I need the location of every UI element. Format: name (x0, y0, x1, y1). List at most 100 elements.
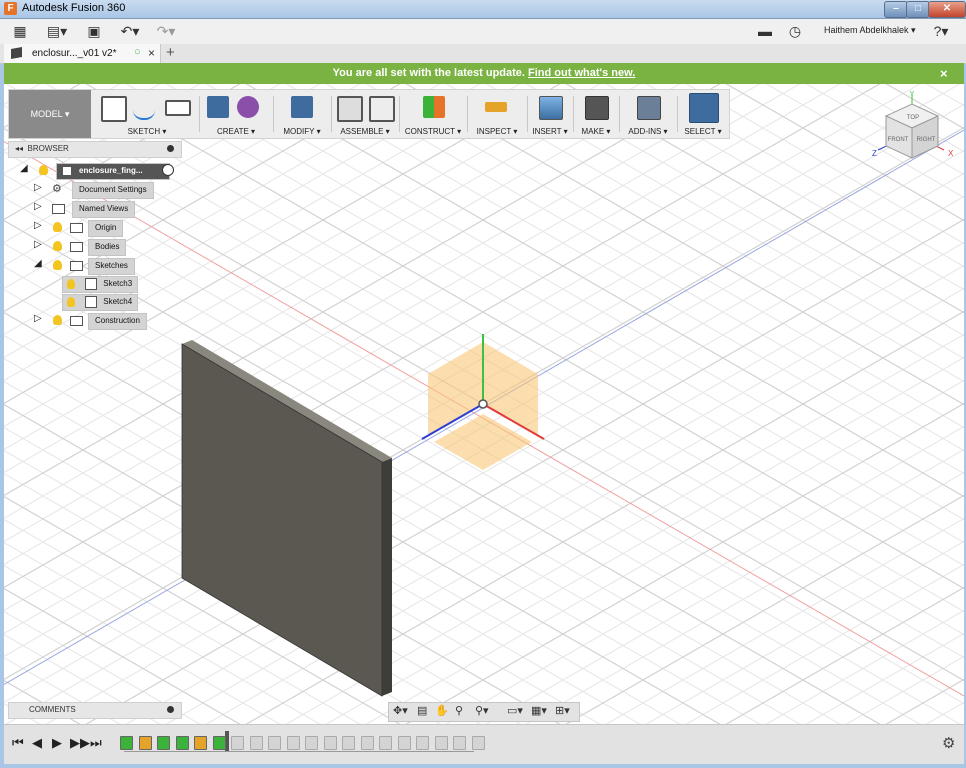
timeline-feature-icon[interactable] (231, 736, 244, 750)
timeline-feature-icon[interactable] (157, 736, 170, 750)
timeline-feature-icon[interactable] (360, 736, 374, 750)
add-ins-menu-label[interactable]: ADD-INS ▾ (621, 127, 675, 136)
timeline-feature-icon[interactable] (138, 736, 152, 750)
banner-close-button[interactable]: × (940, 66, 948, 81)
scripts-addins-icon[interactable] (637, 96, 661, 120)
timeline-next-icon[interactable]: ▶▶ (70, 735, 90, 751)
view-cube[interactable]: TOP FRONT RIGHT Y X Z (864, 88, 964, 168)
timeline-feature-icon[interactable] (471, 736, 485, 750)
offset-plane-icon[interactable] (423, 96, 445, 118)
job-status-icon[interactable]: ▬ (757, 23, 773, 39)
document-tab[interactable]: enclosur..._v01 v2* ○ × (4, 44, 161, 63)
view-cube-right[interactable]: RIGHT (917, 137, 936, 143)
visibility-bulb-icon[interactable] (67, 278, 75, 289)
insert-image-icon[interactable] (539, 96, 563, 120)
modify-group[interactable]: MODIFY ▾ (275, 90, 329, 138)
joint-icon[interactable] (369, 96, 395, 122)
origin-point[interactable] (478, 399, 488, 409)
collapse-triangle-icon[interactable]: ◢ (20, 163, 28, 174)
browser-item-document-settings[interactable]: ▷ ⚙ Document Settings (34, 182, 180, 199)
assemble-group[interactable]: ASSEMBLE ▾ (333, 90, 397, 138)
extrude-icon[interactable] (207, 96, 229, 118)
timeline-feature-icon[interactable] (120, 736, 133, 750)
expand-triangle-icon[interactable]: ▷ (34, 182, 42, 193)
new-tab-button[interactable]: + (166, 44, 175, 61)
user-account-menu[interactable]: Haithem Abdelkhalek ▾ (824, 25, 916, 36)
maximize-button[interactable]: □ (906, 1, 930, 18)
line-tool-icon[interactable] (133, 96, 155, 120)
visibility-bulb-icon[interactable] (53, 260, 62, 270)
modify-menu-label[interactable]: MODIFY ▾ (275, 127, 329, 136)
canvas-viewport[interactable]: TOP FRONT RIGHT Y X Z (4, 84, 964, 724)
undo-icon[interactable]: ↶▾ (116, 23, 144, 39)
workspace-mode-button[interactable]: MODEL ▾ (9, 90, 91, 138)
create-sketch-icon[interactable] (101, 96, 127, 122)
new-component-icon[interactable] (337, 96, 363, 122)
save-icon[interactable]: ▣ (86, 23, 102, 39)
timeline-play-icon[interactable]: ▶ (52, 735, 62, 751)
timeline-feature-icon[interactable] (323, 736, 337, 750)
insert-group[interactable]: INSERT ▾ (529, 90, 571, 138)
construct-menu-label[interactable]: CONSTRUCT ▾ (401, 127, 465, 136)
browser-item-origin[interactable]: ▷ Origin (34, 220, 180, 237)
comments-panel-header[interactable]: COMMENTS (8, 702, 182, 719)
timeline-feature-icon[interactable] (212, 736, 226, 750)
browser-item-sketch4[interactable]: Sketch4 (62, 294, 180, 311)
expand-triangle-icon[interactable]: ▷ (34, 220, 42, 231)
activate-component-icon[interactable] (162, 164, 174, 176)
browser-pin-icon[interactable] (167, 145, 174, 152)
expand-triangle-icon[interactable]: ▷ (34, 239, 42, 250)
viewports-icon[interactable]: ⊞▾ (555, 704, 570, 717)
timeline-feature-icon[interactable] (453, 736, 466, 750)
timeline-feature-icon[interactable] (286, 736, 300, 750)
timeline-feature-icon[interactable] (416, 736, 429, 750)
collapse-triangle-icon[interactable]: ◢ (34, 258, 42, 269)
browser-panel-header[interactable]: ◂◂ BROWSER (8, 141, 182, 158)
insert-menu-label[interactable]: INSERT ▾ (529, 127, 571, 136)
select-cursor-icon[interactable] (689, 93, 719, 123)
file-menu-icon[interactable]: ▤▾ (44, 23, 70, 39)
timeline-settings-gear-icon[interactable]: ⚙ (942, 734, 955, 752)
measure-icon[interactable] (485, 102, 507, 112)
pan-hand-icon[interactable]: ✋ (435, 704, 449, 717)
inspect-menu-label[interactable]: INSPECT ▾ (469, 127, 525, 136)
grid-settings-icon[interactable]: ▦▾ (531, 704, 547, 717)
make-menu-label[interactable]: MAKE ▾ (575, 127, 617, 136)
timeline-end-icon[interactable]: ⏭ (90, 735, 102, 751)
history-clock-icon[interactable]: ◷ (787, 23, 803, 39)
look-at-icon[interactable]: ▤ (417, 704, 427, 717)
select-menu-label[interactable]: SELECT ▾ (679, 127, 727, 136)
inspect-group[interactable]: INSPECT ▾ (469, 90, 525, 138)
browser-item-named-views[interactable]: ▷ Named Views (34, 201, 180, 218)
visibility-bulb-icon[interactable] (67, 296, 75, 307)
redo-icon[interactable]: ↷▾ (152, 23, 180, 39)
timeline-feature-icon[interactable] (305, 736, 318, 750)
rectangle-tool-icon[interactable] (165, 100, 191, 116)
timeline-feature-icon[interactable] (434, 736, 448, 750)
whats-new-link[interactable]: Find out what's new. (528, 67, 635, 79)
comments-add-icon[interactable] (167, 706, 174, 713)
zoom-icon[interactable]: ⚲ (455, 704, 463, 717)
select-group[interactable]: SELECT ▾ (679, 90, 727, 138)
timeline-feature-icon[interactable] (249, 736, 263, 750)
visibility-bulb-icon[interactable] (39, 165, 48, 175)
close-window-button[interactable]: ✕ (928, 1, 966, 18)
browser-item-construction[interactable]: ▷ Construction (34, 313, 180, 330)
timeline-start-icon[interactable]: ⏮ (12, 735, 24, 751)
browser-item-sketches[interactable]: ◢ Sketches (34, 258, 180, 275)
timeline-feature-icon[interactable] (342, 736, 355, 750)
browser-item-bodies[interactable]: ▷ Bodies (34, 239, 180, 256)
press-pull-icon[interactable] (291, 96, 313, 118)
browser-root-node[interactable]: ◢ enclosure_fing... (20, 163, 180, 180)
expand-triangle-icon[interactable]: ▷ (34, 313, 42, 324)
view-cube-top[interactable]: TOP (907, 115, 919, 121)
sketch-group[interactable]: SKETCH ▾ (97, 90, 197, 138)
add-ins-group[interactable]: ADD-INS ▾ (621, 90, 675, 138)
visibility-bulb-icon[interactable] (53, 222, 62, 232)
display-settings-icon[interactable]: ▭▾ (507, 704, 523, 717)
close-tab-button[interactable]: × (148, 46, 155, 60)
data-panel-grid-icon[interactable]: ▦ (12, 23, 28, 39)
browser-item-sketch3[interactable]: Sketch3 (62, 276, 180, 293)
help-icon[interactable]: ?▾ (928, 23, 954, 39)
timeline-feature-icon[interactable] (268, 736, 281, 750)
